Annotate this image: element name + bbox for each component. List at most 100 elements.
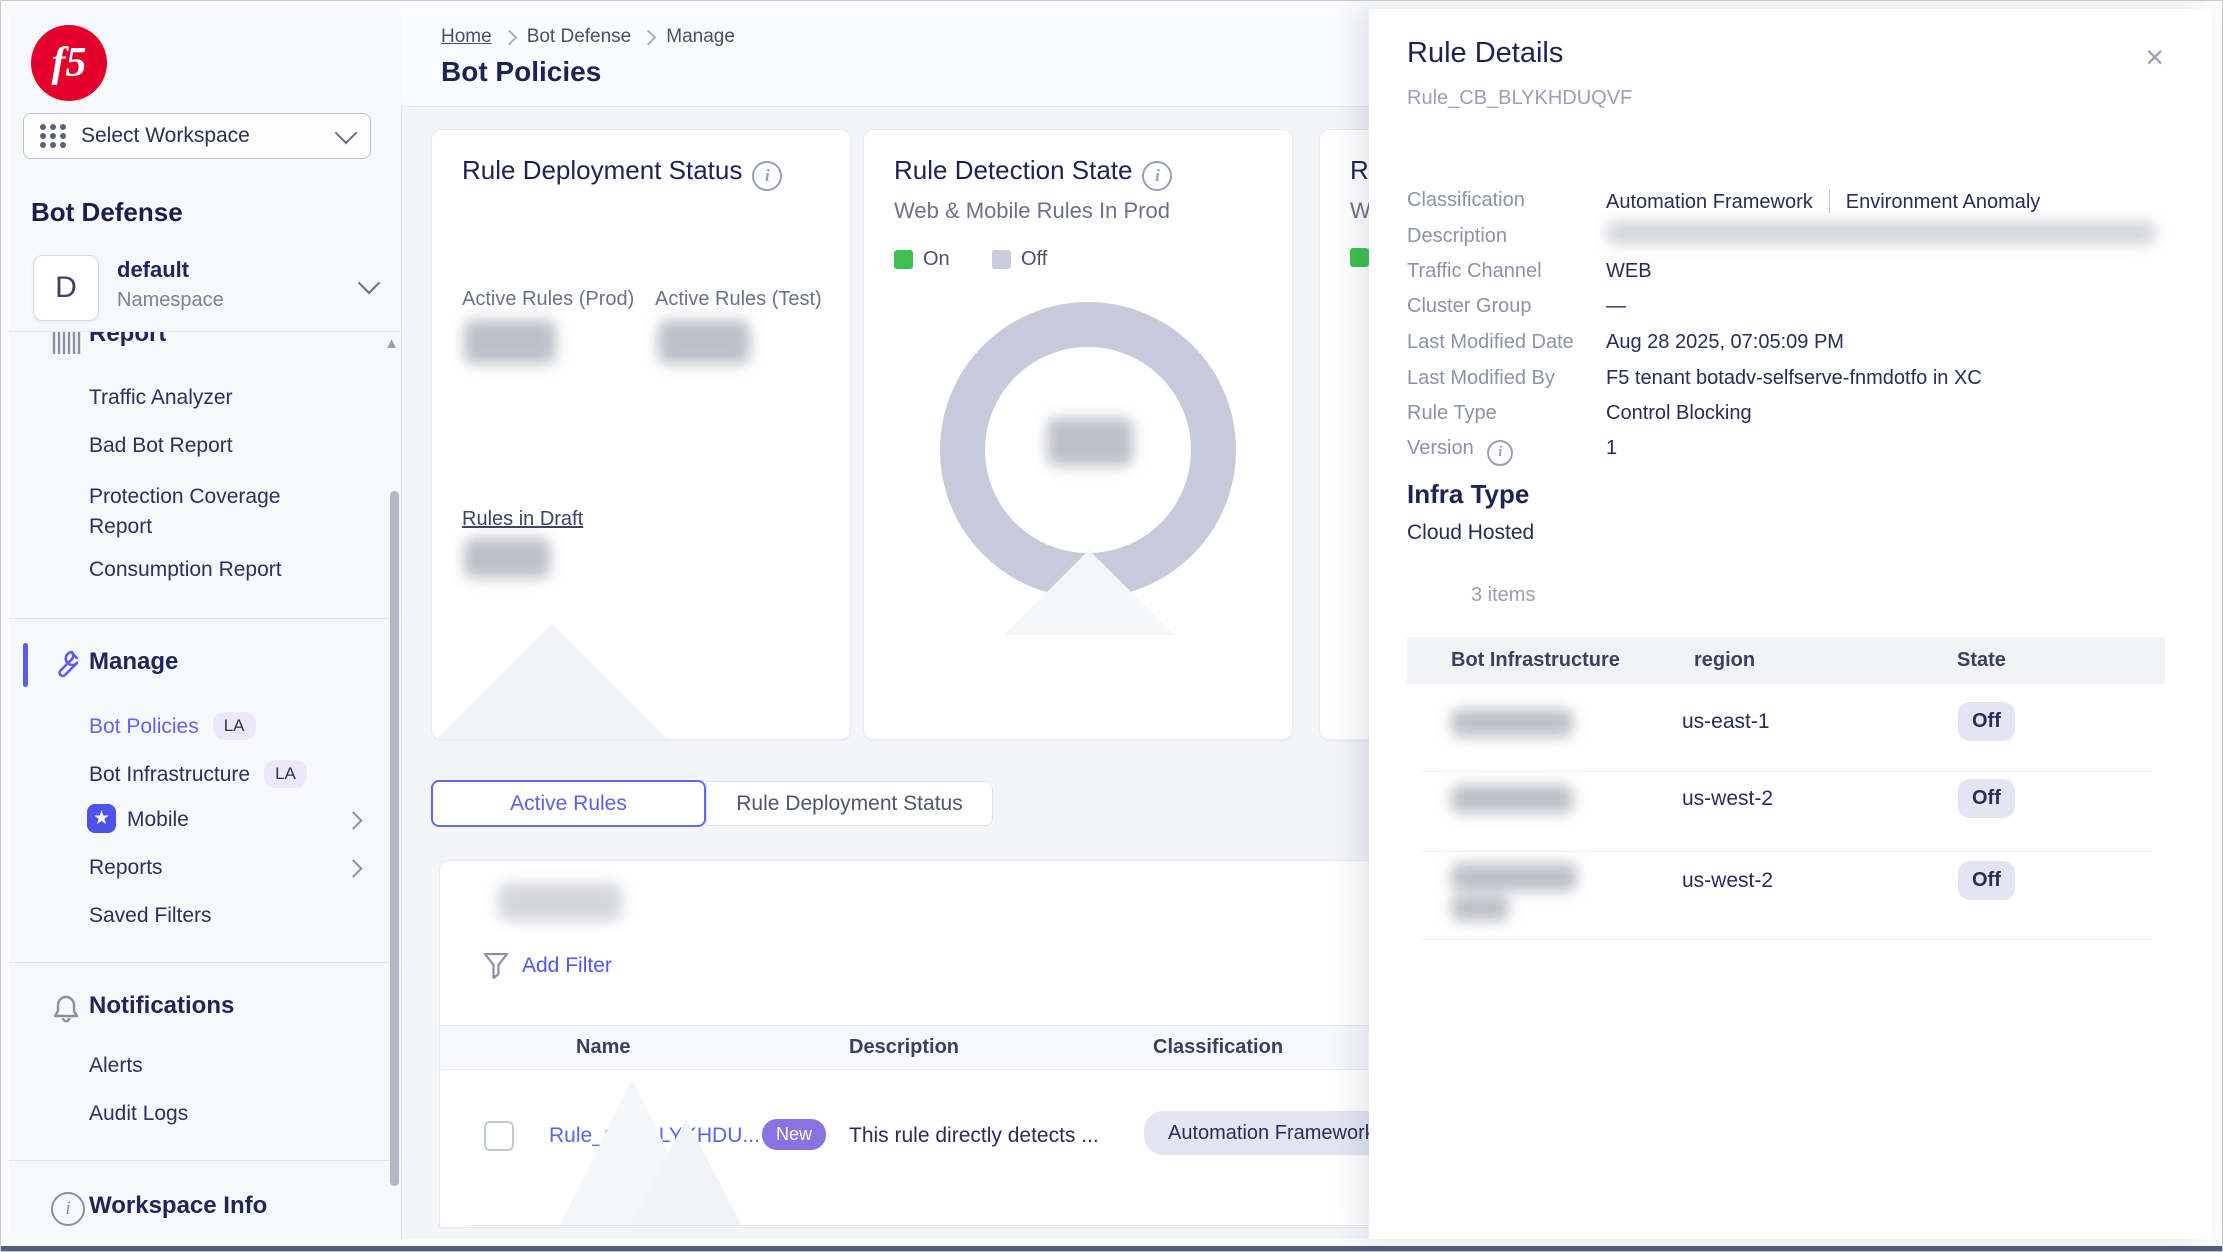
page-title: Bot Policies bbox=[441, 56, 601, 88]
field-label: Last Modified By bbox=[1407, 367, 1555, 390]
rule-details-panel: Rule Details Rule_CB_BLYKHDUQVF × Classi… bbox=[1369, 9, 2212, 1239]
sidebar-item-alerts[interactable]: Alerts bbox=[89, 1054, 143, 1078]
sidebar-scrollbar[interactable] bbox=[390, 491, 399, 1186]
divider bbox=[9, 618, 401, 619]
funnel-icon bbox=[484, 953, 508, 979]
sidebar-item-bot-infrastructure[interactable]: Bot InfrastructureLA bbox=[89, 760, 307, 788]
app-frame: f5 Select Workspace Bot Defense D defaul… bbox=[9, 9, 2212, 1239]
add-filter-label: Add Filter bbox=[522, 954, 612, 978]
sidebar-section-manage[interactable]: Manage bbox=[89, 648, 178, 676]
workspace-selector[interactable]: Select Workspace bbox=[23, 113, 371, 159]
field-label-version: Version i bbox=[1407, 437, 1513, 466]
bot-policies-label: Bot Policies bbox=[89, 715, 199, 738]
workspace-selector-label: Select Workspace bbox=[81, 124, 324, 148]
legend-off-label: Off bbox=[1021, 248, 1047, 271]
close-icon[interactable]: × bbox=[2145, 41, 2164, 73]
breadcrumb: Home Bot Defense Manage bbox=[441, 26, 735, 48]
field-label: Last Modified Date bbox=[1407, 331, 1574, 354]
sidebar-item-bot-policies[interactable]: Bot Policies LA bbox=[89, 712, 256, 740]
info-icon[interactable]: i bbox=[1142, 161, 1172, 191]
active-section-indicator bbox=[23, 643, 28, 687]
state-badge: Off bbox=[1958, 702, 2015, 741]
grid-icon bbox=[40, 124, 67, 148]
infra-region-cell: us-east-1 bbox=[1682, 710, 1770, 734]
namespace-chevron-icon[interactable] bbox=[358, 272, 381, 295]
column-header-name[interactable]: Name bbox=[576, 1036, 630, 1059]
value-divider bbox=[1829, 189, 1830, 213]
card-title: Rule Deployment Status i bbox=[462, 155, 782, 191]
field-value: Aug 28 2025, 07:05:09 PM bbox=[1606, 331, 1844, 354]
info-icon[interactable]: i bbox=[1487, 440, 1513, 466]
blurred-value bbox=[464, 320, 556, 364]
legend-on: On bbox=[894, 248, 950, 271]
tab-rule-deployment-status[interactable]: Rule Deployment Status bbox=[706, 781, 993, 826]
infra-region-cell: us-west-2 bbox=[1682, 869, 1773, 893]
breadcrumb-separator-icon bbox=[501, 29, 517, 45]
legend-off: Off bbox=[992, 248, 1047, 271]
breadcrumb-manage[interactable]: Manage bbox=[666, 26, 735, 48]
divider bbox=[9, 962, 401, 963]
info-icon[interactable]: i bbox=[752, 161, 782, 191]
infra-items-count: 3 items bbox=[1471, 584, 1535, 607]
scroll-up-arrow-icon[interactable]: ▲ bbox=[384, 335, 399, 352]
sidebar: f5 Select Workspace Bot Defense D defaul… bbox=[9, 9, 402, 1239]
field-label: Traffic Channel bbox=[1407, 260, 1542, 283]
sidebar-nav: Report Traffic Analyzer Bad Bot Report P… bbox=[9, 332, 401, 1239]
field-label: Classification bbox=[1407, 189, 1525, 212]
report-bars-icon bbox=[51, 332, 81, 356]
state-badge: Off bbox=[1958, 779, 2015, 818]
row-divider bbox=[1421, 771, 2152, 772]
row-divider bbox=[467, 1225, 1510, 1226]
product-title: Bot Defense bbox=[31, 197, 183, 228]
blurred-infra-name bbox=[1451, 863, 1577, 891]
add-filter-button[interactable]: Add Filter bbox=[484, 953, 612, 979]
breadcrumb-home-link[interactable]: Home bbox=[441, 26, 492, 48]
tab-active-rules[interactable]: Active Rules bbox=[431, 780, 706, 827]
chevron-right-icon[interactable] bbox=[344, 811, 362, 829]
sidebar-item-bad-bot-report[interactable]: Bad Bot Report bbox=[89, 434, 233, 458]
blurred-description-value bbox=[1606, 221, 2156, 245]
column-header-description[interactable]: Description bbox=[849, 1036, 959, 1059]
sidebar-item-mobile[interactable]: Mobile bbox=[127, 808, 189, 832]
la-badge: LA bbox=[213, 712, 256, 740]
blurred-donut-value bbox=[1047, 418, 1133, 466]
rules-in-draft-link[interactable]: Rules in Draft bbox=[462, 508, 583, 531]
row-checkbox[interactable] bbox=[484, 1121, 514, 1151]
sidebar-section-report[interactable]: Report bbox=[89, 332, 166, 348]
field-value: WEB bbox=[1606, 260, 1652, 283]
field-label: Rule Type bbox=[1407, 402, 1497, 425]
card-title-text: Rule Deployment Status bbox=[462, 155, 742, 185]
info-icon: i bbox=[51, 1192, 85, 1226]
chevron-down-icon bbox=[335, 122, 358, 145]
blurred-value bbox=[464, 538, 550, 578]
rule-description-cell: This rule directly detects ... bbox=[849, 1124, 1099, 1148]
state-badge: Off bbox=[1958, 861, 2015, 900]
card-subtitle: Web & Mobile Rules In Prod bbox=[894, 198, 1170, 224]
sidebar-section-workspace-info[interactable]: Workspace Info bbox=[89, 1192, 267, 1220]
column-header-classification[interactable]: Classification bbox=[1153, 1036, 1283, 1059]
watermark-mountain bbox=[630, 1119, 742, 1225]
infra-type-value: Cloud Hosted bbox=[1407, 521, 1534, 545]
card-rule-detection-state: Rule Detection Statei Web & Mobile Rules… bbox=[863, 129, 1293, 740]
blurred-items-count bbox=[498, 883, 622, 921]
table-header: Name Description Classification bbox=[440, 1025, 1510, 1070]
watermark-triangle bbox=[1004, 550, 1174, 635]
sidebar-item-protection-coverage-report[interactable]: Protection Coverage Report bbox=[89, 482, 309, 542]
field-value-classification: Automation FrameworkEnvironment Anomaly bbox=[1606, 189, 2040, 214]
sidebar-item-traffic-analyzer[interactable]: Traffic Analyzer bbox=[89, 386, 233, 410]
blurred-value bbox=[658, 320, 750, 364]
sidebar-item-saved-filters[interactable]: Saved Filters bbox=[89, 904, 212, 928]
sidebar-item-reports[interactable]: Reports bbox=[89, 856, 163, 880]
sidebar-item-audit-logs[interactable]: Audit Logs bbox=[89, 1102, 188, 1126]
chevron-right-icon[interactable] bbox=[344, 859, 362, 877]
version-label: Version bbox=[1407, 437, 1474, 459]
breadcrumb-bot-defense[interactable]: Bot Defense bbox=[527, 26, 632, 48]
column-header-bot-infrastructure: Bot Infrastructure bbox=[1451, 649, 1620, 672]
blurred-infra-name-line2 bbox=[1451, 895, 1509, 921]
sidebar-item-consumption-report[interactable]: Consumption Report bbox=[89, 558, 282, 582]
sidebar-section-notifications[interactable]: Notifications bbox=[89, 992, 234, 1020]
card-title: Rule Detection Statei bbox=[894, 155, 1172, 191]
mobile-star-icon: ★ bbox=[87, 804, 116, 833]
namespace-sublabel: Namespace bbox=[117, 289, 224, 312]
legend-on-swatch bbox=[894, 250, 913, 269]
